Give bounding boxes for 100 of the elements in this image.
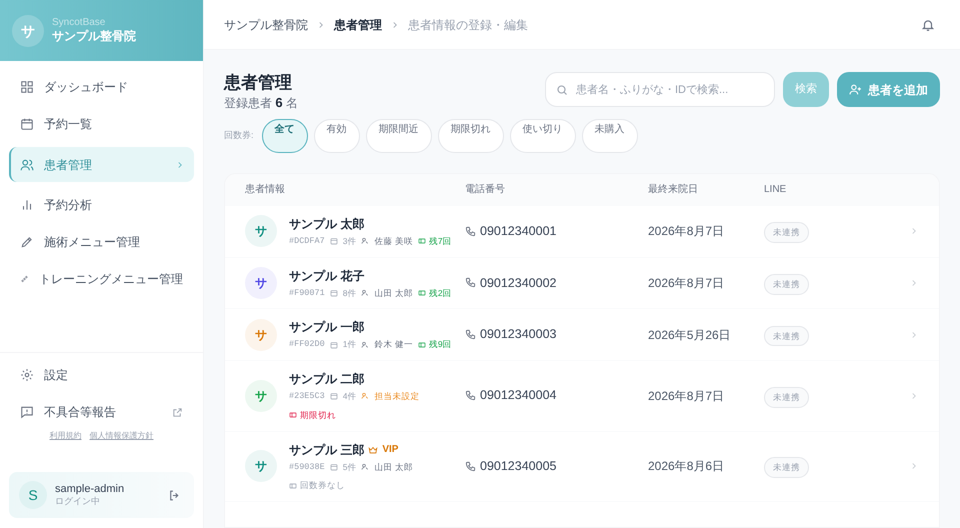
ticket-status: 残2回 <box>428 286 452 300</box>
filter-chip[interactable]: 有効 <box>314 118 360 153</box>
staff-name: 山田 太郎 <box>374 460 413 474</box>
last-visit-date: 2026年8月7日 <box>648 223 726 240</box>
phone-number: 09012340004 <box>480 387 556 404</box>
last-visit-date: 2026年8月6日 <box>648 458 726 476</box>
nav-item[interactable]: トレーニングメニュー管理 <box>9 265 194 293</box>
bar-chart-icon <box>20 198 34 212</box>
phone-icon <box>465 329 476 340</box>
calendar-icon <box>330 340 338 349</box>
ticket-status: 期限切れ <box>300 408 336 422</box>
person-icon <box>361 462 370 471</box>
patient-avatar: サ <box>245 450 277 482</box>
search-icon <box>556 84 568 96</box>
page-title: 患者管理 <box>224 72 293 94</box>
person-icon <box>361 288 370 297</box>
calendar-icon <box>20 117 34 131</box>
users-icon <box>20 158 34 172</box>
person-icon <box>361 340 370 349</box>
phone-icon <box>465 226 476 237</box>
ticket-icon <box>418 237 426 246</box>
clinic-name: サンプル整骨院 <box>52 29 136 44</box>
filter-chip[interactable]: 期限切れ <box>438 118 504 153</box>
search-field[interactable]: 患者名・ふりがな・IDで検索... <box>545 72 775 107</box>
phone-number: 09012340001 <box>480 222 556 240</box>
nav-item[interactable]: 不具合等報告 <box>9 398 194 426</box>
line-status-badge: 未連携 <box>764 457 809 478</box>
patient-id: #F90071 <box>289 286 325 300</box>
visit-count: 8件 <box>342 286 356 300</box>
table-row[interactable]: サ サンプル 花子 #F90071 8件 山田 太郎 残2回 09012340002 2026年8月7日 未連携 <box>225 258 939 310</box>
staff-name: 担当未設定 <box>374 390 420 403</box>
phone-number: 09012340005 <box>480 458 556 475</box>
patient-avatar: サ <box>245 380 277 412</box>
patient-id: #59038E <box>289 460 325 474</box>
patient-id: #DCDFA7 <box>289 234 325 248</box>
pen-icon <box>20 235 34 249</box>
ticket-icon <box>418 340 426 349</box>
user-name: sample-admin <box>55 482 126 496</box>
last-visit-date: 2026年8月7日 <box>648 274 726 292</box>
ticket-icon <box>289 411 297 420</box>
phone-icon <box>465 390 476 402</box>
patient-avatar: サ <box>245 215 277 248</box>
line-status-badge: 未連携 <box>764 326 809 346</box>
column-header: 患者情報 <box>244 182 286 198</box>
user-avatar: S <box>19 481 47 509</box>
patient-count: 登録患者 6 名 <box>224 94 299 112</box>
ticket-icon <box>418 288 426 297</box>
login-status: ログイン中 <box>55 496 101 508</box>
last-visit-date: 2026年5月26日 <box>648 326 732 344</box>
grid-icon <box>20 80 34 94</box>
patient-id: #FF02D0 <box>289 338 325 351</box>
filter-chip[interactable]: 未購入 <box>582 118 638 153</box>
table-row[interactable]: サ サンプル 一郎 #FF02D0 1件 鈴木 健一 残9回 09012340003 2026年5月26日 未連携 <box>225 309 939 361</box>
crown-icon <box>368 444 378 454</box>
column-header: LINE <box>764 183 788 198</box>
nav-item[interactable]: 施術メニュー管理 <box>9 228 194 256</box>
breadcrumb-item[interactable]: 患者管理 <box>334 16 382 34</box>
line-status-badge: 未連携 <box>764 222 809 243</box>
visit-count: 5件 <box>342 460 356 474</box>
nav-item[interactable]: 予約分析 <box>9 191 194 219</box>
nav-item[interactable]: 設定 <box>9 361 194 389</box>
phone-number: 09012340002 <box>480 274 556 292</box>
table-row[interactable]: サ サンプル 二郎 #23E5C3 4件 担当未設定 期限切れ 09012340004 2026年8月7日 未連携 <box>225 361 939 432</box>
calendar-icon <box>330 462 338 471</box>
logout-icon <box>168 488 180 502</box>
visit-count: 4件 <box>342 390 356 403</box>
filter-chip[interactable]: 使い切り <box>510 118 576 153</box>
bell-icon <box>921 18 935 32</box>
filter-chip[interactable]: 期限間近 <box>366 118 432 153</box>
visit-count: 3件 <box>342 234 356 248</box>
calendar-icon <box>330 288 338 297</box>
filter-label: 回数券: <box>224 129 254 142</box>
breadcrumb-item[interactable]: サンプル整骨院 <box>224 16 308 34</box>
line-status-badge: 未連携 <box>764 386 809 408</box>
external-link-icon <box>172 406 183 418</box>
visit-count: 1件 <box>342 338 356 351</box>
patient-avatar: サ <box>245 266 277 299</box>
calendar-icon <box>330 237 338 246</box>
patient-name: サンプル 花子 <box>289 268 364 284</box>
product-name: SyncotBase <box>52 16 106 30</box>
table-row[interactable]: サ サンプル 三郎 VIP #59038E 5件 山田 太郎 回数券なし 09012340005 2026年8月6日 未連携 <box>225 432 939 502</box>
nav-item[interactable]: 予約一覧 <box>9 110 194 138</box>
add-user-icon <box>849 83 862 96</box>
message-alert-icon <box>20 405 34 419</box>
column-header: 電話番号 <box>465 182 506 198</box>
filter-chip[interactable]: 全て <box>262 118 308 153</box>
ticket-icon <box>289 482 297 490</box>
patient-name: サンプル 二郎 <box>289 371 364 388</box>
nav-item[interactable]: ダッシュボード <box>9 73 194 101</box>
patient-name: サンプル 一郎 <box>289 319 364 336</box>
patient-name: サンプル 太郎 <box>289 216 364 233</box>
person-icon <box>361 237 370 246</box>
settings-icon <box>20 368 34 382</box>
line-status-badge: 未連携 <box>764 274 809 295</box>
patient-name: サンプル 三郎 <box>289 442 364 458</box>
staff-name: 山田 太郎 <box>374 286 413 300</box>
ticket-status: 残9回 <box>428 338 452 351</box>
calendar-icon <box>330 392 338 400</box>
table-row[interactable]: サ サンプル 太郎 #DCDFA7 3件 佐藤 美咲 残7回 09012340001 2026年8月7日 未連携 <box>225 206 939 258</box>
phone-icon <box>465 277 476 288</box>
